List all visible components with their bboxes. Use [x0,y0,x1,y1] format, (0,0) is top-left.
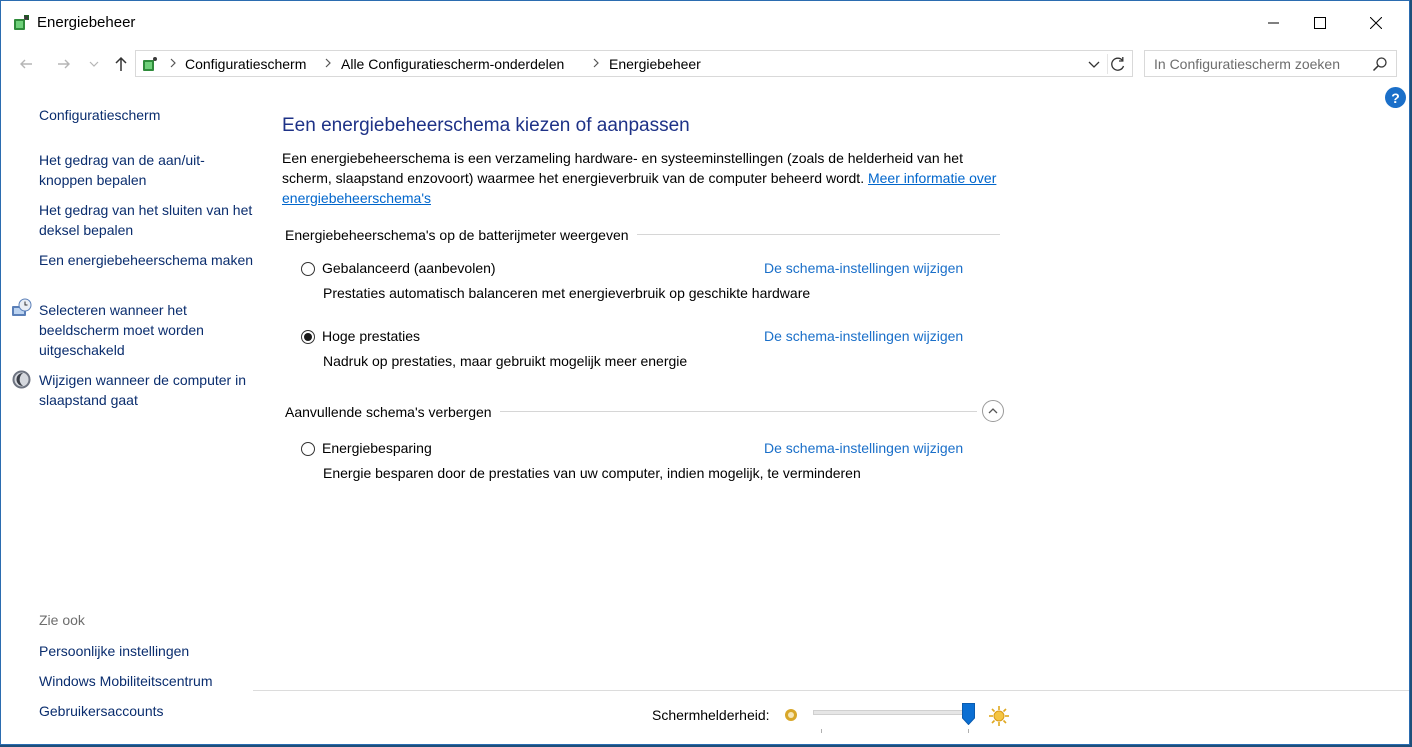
title-bar[interactable]: Energiebeheer [1,1,1409,45]
plan-description-high-performance: Nadruk op prestaties, maar gebruikt moge… [323,353,688,369]
brightness-slider-thumb[interactable] [962,703,975,725]
plan-name-balanced[interactable]: Gebalanceerd (aanbevolen) [322,260,496,276]
plan-name-power-saver[interactable]: Energiebesparing [322,440,432,456]
arrow-left-icon [20,59,32,69]
window-title: Energiebeheer [37,14,136,31]
brightness-slider[interactable] [813,710,975,715]
bottom-divider [253,690,1409,691]
navigation-bar: Configuratiescherm Alle Configuratiesche… [1,45,1409,81]
power-options-icon [143,57,157,71]
breadcrumb-configuratiescherm[interactable]: Configuratiescherm [185,56,306,72]
close-icon [1370,17,1382,29]
plan-description-balanced: Prestaties automatisch balanceren met en… [323,285,811,301]
sidebar-task-display-off[interactable]: Selecteren wanneer het beeldscherm moet … [39,300,254,360]
chevron-right-icon [170,58,176,68]
refresh-icon[interactable] [1107,54,1128,74]
intro-paragraph: Een energiebeheerschema is een verzameli… [282,148,1002,208]
slider-tick [821,729,822,733]
moon-icon [12,370,31,389]
search-input[interactable]: In Configuratiescherm zoeken [1144,50,1397,77]
minimize-button[interactable] [1251,1,1297,45]
sidebar-task-lid-close[interactable]: Het gedrag van het sluiten van het dekse… [39,200,254,240]
chevron-up-icon [988,408,998,414]
help-icon[interactable]: ? [1385,87,1406,108]
see-also-link-personalization[interactable]: Persoonlijke instellingen [39,641,254,661]
collapse-button[interactable] [982,400,1004,422]
back-button[interactable] [15,53,37,75]
see-also-link-user-accounts[interactable]: Gebruikersaccounts [39,701,254,721]
maximize-button[interactable] [1297,1,1343,45]
search-icon [1372,57,1387,72]
brightness-label: Schermhelderheid: [652,707,770,723]
monitor-clock-icon [12,298,32,316]
chevron-down-icon[interactable] [1086,56,1102,72]
brightness-low-icon [785,709,797,721]
plan-radio-power-saver[interactable] [301,442,315,456]
up-button[interactable] [110,53,132,75]
chevron-down-icon [89,61,99,67]
arrow-right-icon [58,59,70,69]
arrow-up-icon [115,56,127,71]
address-bar[interactable]: Configuratiescherm Alle Configuratiesche… [135,50,1133,77]
see-also-heading: Zie ook [39,612,85,628]
plan-radio-high-performance[interactable] [301,330,315,344]
power-options-icon [14,15,29,30]
plan-radio-balanced[interactable] [301,262,315,276]
recent-locations-button[interactable] [85,53,103,75]
breadcrumb-energiebeheer[interactable]: Energiebeheer [609,56,701,72]
plan-settings-link-high-performance[interactable]: De schema-instellingen wijzigen [764,328,963,344]
battery-plans-heading: Energiebeheerschema's op de batterijmete… [285,227,637,243]
search-placeholder: In Configuratiescherm zoeken [1154,56,1340,72]
control-panel-window: Energiebeheer Configuratiescherm Alle Co… [0,0,1410,745]
slider-tick [968,729,969,733]
sidebar-task-power-buttons[interactable]: Het gedrag van de aan/uit-knoppen bepale… [39,150,254,190]
intro-text: Een energiebeheerschema is een verzameli… [282,150,963,186]
sidebar-task-sleep[interactable]: Wijzigen wanneer de computer in slaapsta… [39,370,254,410]
breadcrumb-alle-onderdelen[interactable]: Alle Configuratiescherm-onderdelen [341,56,564,72]
sidebar-home-link[interactable]: Configuratiescherm [39,105,254,125]
chevron-right-icon [325,58,331,68]
see-also-link-mobility-center[interactable]: Windows Mobiliteitscentrum [39,671,254,691]
sidebar-task-create-plan[interactable]: Een energiebeheerschema maken [39,250,254,270]
brightness-high-icon [989,706,1009,726]
close-button[interactable] [1353,1,1399,45]
minimize-icon [1268,22,1279,24]
hide-extra-plans-heading[interactable]: Aanvullende schema's verbergen [285,404,500,420]
chevron-right-icon [593,58,599,68]
plan-name-high-performance[interactable]: Hoge prestaties [322,328,420,344]
plan-settings-link-power-saver[interactable]: De schema-instellingen wijzigen [764,440,963,456]
plan-settings-link-balanced[interactable]: De schema-instellingen wijzigen [764,260,963,276]
plan-description-power-saver: Energie besparen door de prestaties van … [323,465,861,481]
forward-button[interactable] [53,53,75,75]
maximize-icon [1314,17,1326,29]
page-title: Een energiebeheerschema kiezen of aanpas… [282,115,690,136]
